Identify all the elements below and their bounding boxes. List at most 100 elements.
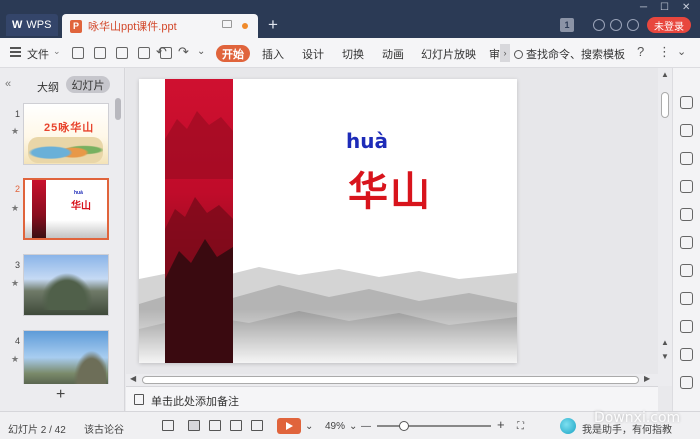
add-slide-button[interactable]: + [56, 386, 65, 404]
close-icon[interactable]: ✕ [682, 2, 690, 13]
tab-slides[interactable]: 幻灯片 [66, 76, 110, 93]
slide-transition-star-icon: ★ [11, 354, 20, 364]
zoom-dropdown-icon[interactable]: ⌄ [349, 421, 357, 432]
archive-icon[interactable] [680, 264, 693, 277]
window-count-badge[interactable]: 1 [560, 18, 574, 32]
thumbnail-mountain-photo [70, 345, 106, 384]
quick-access-more-icon[interactable]: ⌄ [197, 46, 205, 57]
collapse-panel-icon[interactable]: « [5, 78, 11, 90]
zoom-out-icon[interactable]: — [361, 421, 371, 432]
tab-review[interactable]: 审 [489, 46, 500, 62]
vertical-scrollbar[interactable]: ▲ ▲ ▼ [658, 68, 672, 386]
more-options-icon[interactable]: ⋮ [658, 44, 671, 60]
shape-icon[interactable] [680, 152, 693, 165]
collapse-ribbon-icon[interactable]: ⌄ [677, 45, 686, 58]
scroll-up-icon[interactable]: ▲ [661, 70, 669, 79]
notes-placeholder[interactable]: 单击此处添加备注 [151, 393, 239, 409]
login-button[interactable]: 未登录 [647, 17, 691, 33]
play-options-chevron-icon[interactable]: ⌄ [305, 421, 313, 432]
watermark: Downxi.com [594, 410, 681, 426]
horizontal-scrollbar[interactable]: ◀ ▶ [126, 374, 658, 386]
reading-view-icon[interactable] [230, 420, 242, 431]
play-slideshow-button[interactable] [277, 418, 301, 434]
tab-outline[interactable]: 大纲 [37, 79, 59, 95]
tab-transition[interactable]: 切换 [342, 46, 364, 62]
print-preview-icon[interactable] [138, 47, 150, 59]
slide-sorter-view-icon[interactable] [209, 420, 221, 431]
object-icon[interactable] [680, 124, 693, 137]
file-menu[interactable]: 文件 [27, 46, 49, 62]
thumbnail-red-band [32, 180, 46, 238]
redo-icon[interactable]: ↷ [178, 44, 189, 60]
scroll-down-icon[interactable]: ▼ [661, 352, 669, 361]
scroll-right-icon[interactable]: ▶ [644, 374, 650, 383]
slide-title[interactable]: 华山 [348, 159, 432, 217]
notes-view-icon[interactable] [162, 420, 174, 431]
new-tab-button[interactable]: + [268, 14, 278, 36]
right-sidebar [672, 68, 700, 411]
zoom-slider-knob[interactable] [399, 421, 409, 431]
slide-number: 1 [15, 109, 21, 119]
screen-icon[interactable] [222, 20, 232, 28]
wps-home-label: WPS [26, 19, 52, 31]
hamburger-menu-icon[interactable] [10, 47, 21, 57]
presenter-view-icon[interactable] [251, 420, 263, 431]
print-icon[interactable] [116, 47, 128, 59]
skin-icon[interactable] [593, 19, 605, 31]
slide-pinyin[interactable]: huà [346, 129, 388, 153]
zoom-slider[interactable] [377, 425, 491, 427]
current-slide[interactable]: huà 华山 [139, 79, 517, 363]
tab-design[interactable]: 设计 [302, 46, 324, 62]
export-pdf-icon[interactable] [94, 47, 106, 59]
properties-icon[interactable] [680, 180, 693, 193]
normal-view-icon[interactable] [188, 420, 200, 431]
star-icon[interactable] [680, 236, 693, 249]
share-icon[interactable] [627, 19, 639, 31]
fit-to-window-icon[interactable]: ⛶ [517, 421, 524, 432]
wps-home-tab[interactable]: W WPS [6, 14, 58, 36]
slide-thumbnail-4[interactable] [23, 330, 109, 384]
wps-logo-icon: W [12, 19, 23, 31]
slide-thumbnail-2[interactable]: huà 华山 [23, 178, 109, 240]
slide-transition-star-icon: ★ [11, 126, 20, 136]
audio-icon[interactable] [680, 348, 693, 361]
thumbnail-mountain-photo [34, 265, 100, 310]
file-chevron-icon[interactable]: ⌄ [53, 46, 61, 57]
document-tab[interactable]: P 咏华山ppt课件.ppt [62, 14, 258, 38]
pointer-icon[interactable] [680, 96, 693, 109]
shield-icon[interactable] [680, 376, 693, 389]
thumbnail-scrollbar[interactable] [115, 98, 121, 120]
tab-animation[interactable]: 动画 [382, 46, 404, 62]
command-search-label: 查找命令、搜索模板 [526, 49, 625, 61]
save-icon[interactable] [72, 47, 84, 59]
scroll-left-icon[interactable]: ◀ [130, 374, 136, 383]
thumbnail-illustration [28, 137, 103, 163]
minimize-icon[interactable]: ─ [640, 2, 647, 13]
maximize-icon[interactable]: ☐ [660, 2, 669, 13]
slide-thumbnail-3[interactable] [23, 254, 109, 316]
slide-number: 3 [15, 260, 21, 270]
theme-name[interactable]: 该古论谷 [84, 421, 124, 436]
image-icon[interactable] [680, 320, 693, 333]
slide-thumbnail-1[interactable]: 25咏华山 [23, 103, 109, 165]
ribbon-scroll-right-button[interactable]: › [500, 44, 510, 62]
undo-icon[interactable]: ↶ [156, 44, 167, 60]
settings-icon[interactable] [610, 19, 622, 31]
zoom-level[interactable]: 49% [325, 421, 345, 432]
command-search[interactable]: 查找命令、搜索模板 [514, 46, 625, 62]
zoom-in-icon[interactable]: + [497, 417, 505, 432]
assistant-icon[interactable] [560, 418, 576, 434]
slide-transition-star-icon: ★ [11, 203, 20, 213]
tab-home[interactable]: 开始 [216, 45, 250, 62]
design-icon[interactable] [680, 208, 693, 221]
tab-insert[interactable]: 插入 [262, 46, 284, 62]
slide-number: 2 [15, 184, 21, 194]
notes-pane[interactable]: 单击此处添加备注 [126, 386, 658, 411]
tab-slideshow[interactable]: 幻灯片放映 [421, 46, 476, 62]
horizontal-scroll-thumb[interactable] [142, 376, 639, 384]
share-out-icon[interactable] [680, 292, 693, 305]
vertical-scroll-thumb[interactable] [661, 92, 669, 118]
document-tab-title: 咏华山ppt课件.ppt [88, 21, 177, 33]
scroll-up-icon[interactable]: ▲ [661, 338, 669, 347]
help-icon[interactable]: ? [637, 44, 644, 59]
